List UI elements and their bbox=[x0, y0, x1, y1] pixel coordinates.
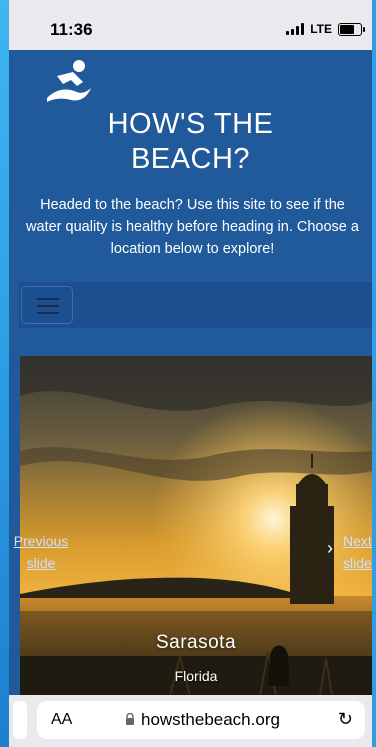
hamburger-menu-button[interactable] bbox=[21, 286, 73, 324]
url-text: howsthebeach.org bbox=[141, 710, 280, 729]
battery-fill bbox=[340, 24, 354, 34]
wallpaper-edge-right bbox=[372, 0, 376, 747]
network-label: LTE bbox=[310, 22, 332, 36]
signal-icon bbox=[286, 23, 305, 35]
browser-toolbar: AA howsthebeach.org ↻ bbox=[9, 695, 372, 747]
status-indicators: LTE bbox=[286, 22, 365, 36]
status-time: 11:36 bbox=[50, 20, 93, 39]
lock-icon bbox=[126, 713, 134, 725]
address-bar[interactable]: AA howsthebeach.org ↻ bbox=[37, 701, 365, 739]
navbar bbox=[19, 282, 372, 328]
chevron-right-icon[interactable]: › bbox=[327, 538, 333, 559]
phone-screen: 11:36 LTE HOW'S THE BEACH? Headed to the… bbox=[9, 0, 372, 747]
swimmer-logo-icon bbox=[47, 60, 91, 102]
slide-caption-state: Florida bbox=[174, 668, 218, 684]
carousel-next-link[interactable]: Next slide bbox=[343, 530, 372, 574]
status-bar: 11:36 LTE bbox=[9, 0, 372, 50]
slide-caption-city: Sarasota bbox=[155, 632, 237, 653]
battery-icon bbox=[338, 22, 365, 36]
previous-tab-card[interactable] bbox=[13, 701, 27, 739]
intro-text: Headed to the beach? Use this site to se… bbox=[26, 197, 359, 257]
carousel-previous-link[interactable]: Previous slide bbox=[9, 530, 76, 574]
site-title: HOW'S THE BEACH? bbox=[9, 107, 372, 177]
reload-icon[interactable]: ↻ bbox=[338, 709, 353, 730]
site-title-line2: BEACH? bbox=[130, 143, 251, 175]
site-title-line1: HOW'S THE bbox=[107, 108, 274, 140]
wallpaper-edge-left bbox=[0, 0, 9, 747]
text-size-button[interactable]: AA bbox=[51, 711, 72, 729]
